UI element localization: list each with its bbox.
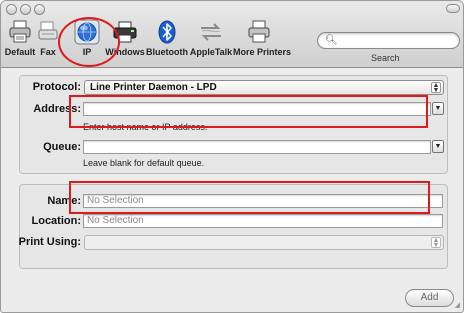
queue-hint: Leave blank for default queue. (83, 158, 205, 168)
queue-label: Queue: (43, 141, 81, 153)
printer-icon (248, 20, 270, 43)
appletalk-icon (201, 23, 221, 41)
annotation-box (69, 95, 428, 128)
bluetooth-icon (158, 20, 176, 44)
toolbar-item-label: Fax (40, 47, 56, 57)
print-using-popup[interactable]: ▲ ▼ (84, 235, 444, 250)
queue-input[interactable] (83, 140, 431, 154)
annotation-circle (58, 17, 120, 67)
annotation-box (69, 181, 430, 214)
add-button[interactable]: Add (405, 289, 454, 307)
popup-arrows-icon: ▲ ▼ (431, 237, 441, 249)
minimize-window-button[interactable] (20, 4, 31, 15)
printer-icon (9, 20, 31, 43)
resize-grip-icon[interactable]: ◢ (455, 301, 460, 309)
toolbar-item-fax[interactable]: Fax (37, 19, 59, 61)
printer-browser-window: Default Fax IP Windows Bluetooth AppleTa… (0, 0, 464, 313)
toolbar-item-label: Default (4, 47, 36, 57)
protocol-popup[interactable]: Line Printer Daemon - LPD ▲ ▼ (84, 80, 444, 95)
toolbar-item-label: AppleTalk (189, 47, 233, 57)
protocol-value: Line Printer Daemon - LPD (90, 82, 217, 93)
search-field[interactable]: 🔍︎ (317, 32, 460, 49)
search-label: Search (371, 53, 400, 63)
location-label: Location: (31, 215, 82, 227)
toolbar-item-appletalk[interactable]: AppleTalk (189, 19, 233, 61)
fax-icon (38, 21, 58, 40)
toolbar-item-default[interactable]: Default (3, 19, 37, 61)
close-window-button[interactable] (6, 4, 17, 15)
toolbar-item-bluetooth[interactable]: Bluetooth (145, 19, 189, 61)
toolbar-toggle-button[interactable] (446, 4, 460, 13)
toolbar-item-more-printers[interactable]: More Printers (233, 19, 292, 61)
toolbar-item-label: More Printers (233, 47, 292, 57)
popup-arrows-icon: ▲ ▼ (431, 82, 441, 94)
queue-dropdown-button[interactable]: ▼ (432, 140, 444, 153)
toolbar-item-label: Bluetooth (146, 47, 188, 57)
address-dropdown-button[interactable]: ▼ (432, 102, 444, 115)
location-input[interactable]: No Selection (83, 214, 443, 228)
print-using-label: Print Using: (18, 236, 81, 248)
search-icon: 🔍︎ (325, 35, 338, 46)
protocol-label: Protocol: (32, 81, 81, 93)
zoom-window-button[interactable] (34, 4, 45, 15)
